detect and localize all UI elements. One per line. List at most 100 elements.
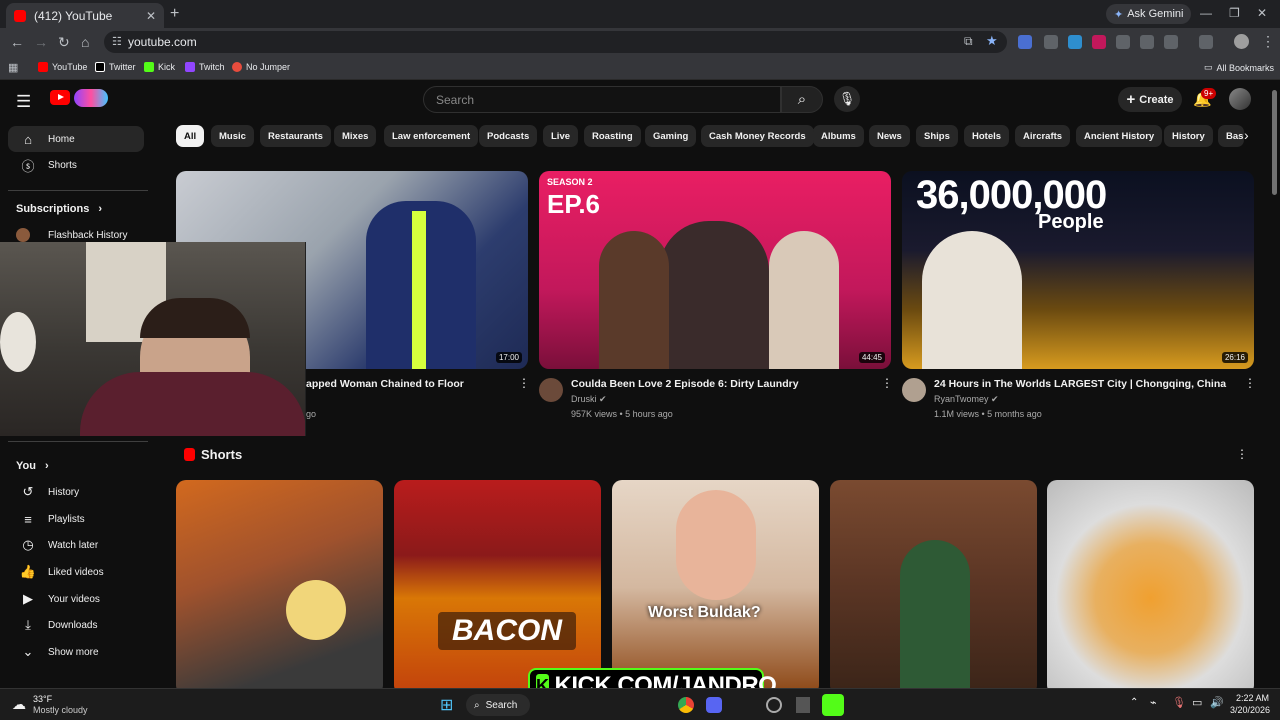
minimize-icon[interactable]: — <box>1200 6 1212 20</box>
new-tab-button[interactable]: + <box>170 5 179 23</box>
ask-gemini-button[interactable]: ✦ Ask Gemini <box>1106 4 1192 24</box>
subscriptions-header[interactable]: Subscriptions › <box>16 203 102 215</box>
search-input[interactable]: Search <box>423 86 781 113</box>
channel-name[interactable]: Druski ✔ <box>571 394 607 405</box>
video-title[interactable]: 24 Hours in The Worlds LARGEST City | Ch… <box>934 378 1226 390</box>
home-button-icon[interactable]: ⌂ <box>81 34 89 50</box>
side-panel-icon[interactable] <box>1199 35 1213 49</box>
volume-icon[interactable]: 🔊 <box>1210 696 1224 709</box>
bookmark-kick[interactable]: Kick <box>144 62 175 72</box>
weather-cloud-icon[interactable]: ☁ <box>12 696 26 713</box>
tray-chevron-icon[interactable]: ⌃ <box>1130 697 1138 708</box>
discord-taskbar-icon[interactable] <box>706 697 722 713</box>
video-thumbnail[interactable]: SEASON 2 EP.6 44:45 <box>539 171 891 369</box>
network-icon[interactable]: ⌁ <box>1150 696 1157 709</box>
account-avatar[interactable] <box>1229 88 1251 110</box>
chip-ancient-history[interactable]: Ancient History <box>1076 125 1163 147</box>
video-menu-icon[interactable]: ⋮ <box>518 376 530 390</box>
chip-live[interactable]: Live <box>543 125 579 147</box>
short-thumbnail[interactable] <box>830 480 1037 688</box>
shorts-menu-icon[interactable]: ⋮ <box>1236 447 1248 461</box>
chip-roasting[interactable]: Roasting <box>584 125 641 147</box>
sidebar-item-show-more[interactable]: ⌄ Show more <box>8 639 144 665</box>
chip-cash-money-records[interactable]: Cash Money Records <box>701 125 814 147</box>
chip-history[interactable]: History <box>1164 125 1213 147</box>
chip-bas[interactable]: Bas <box>1218 125 1244 147</box>
short-thumbnail[interactable]: Worst Buldak? <box>612 480 819 688</box>
close-window-icon[interactable]: ✕ <box>1257 6 1267 20</box>
sidebar-item-home[interactable]: ⌂ Home <box>8 126 144 152</box>
chip-ships[interactable]: Ships <box>916 125 958 147</box>
apps-grid-icon[interactable]: ▦ <box>8 61 18 74</box>
sidebar-item-shorts[interactable]: ⓢ Shorts <box>8 152 144 178</box>
microphone-tray-icon[interactable]: 🎙 <box>1172 696 1186 709</box>
browser-tab[interactable]: (412) YouTube ✕ <box>6 3 164 28</box>
app-taskbar-icon[interactable] <box>796 697 810 713</box>
chip-albums[interactable]: Albums <box>813 125 864 147</box>
channel-avatar[interactable] <box>539 378 563 402</box>
extension-icon[interactable] <box>1140 35 1154 49</box>
monitor-tray-icon[interactable]: ▭ <box>1192 696 1202 709</box>
profile-avatar[interactable] <box>1234 34 1249 49</box>
browser-menu-icon[interactable]: ⋮ <box>1261 33 1275 50</box>
hamburger-menu-icon[interactable]: ☰ <box>16 92 31 112</box>
bookmark-twitter[interactable]: Twitter <box>95 62 136 72</box>
youtube-logo[interactable] <box>50 90 70 105</box>
page-scrollbar[interactable] <box>1272 90 1277 195</box>
maximize-icon[interactable]: ❐ <box>1229 6 1240 20</box>
all-bookmarks[interactable]: ▭ All Bookmarks <box>1204 62 1274 73</box>
chip-all[interactable]: All <box>176 125 205 147</box>
back-icon[interactable]: ← <box>10 34 24 50</box>
short-thumbnail[interactable]: BACON <box>394 480 601 688</box>
taskbar-search[interactable]: ⌕ Search <box>466 694 530 716</box>
forward-icon[interactable]: → <box>34 34 48 50</box>
sidebar-item-downloads[interactable]: ⤓ Downloads <box>8 612 144 638</box>
chevron-right-icon[interactable]: › <box>1244 127 1249 143</box>
chip-law-enforcement[interactable]: Law enforcement <box>384 125 479 147</box>
kick-taskbar-icon[interactable] <box>822 694 844 716</box>
chip-music[interactable]: Music <box>211 125 254 147</box>
bookmark-star-icon[interactable]: ★ <box>986 33 998 49</box>
short-thumbnail[interactable] <box>1047 480 1254 688</box>
youtube-doodle[interactable] <box>74 89 108 107</box>
sidebar-item-history[interactable]: ↺ History <box>8 479 144 505</box>
reload-icon[interactable]: ↻ <box>58 34 70 51</box>
sidebar-item-liked-videos[interactable]: 👍 Liked videos <box>8 559 144 585</box>
chip-hotels[interactable]: Hotels <box>964 125 1010 147</box>
windows-start-icon[interactable]: ⊞ <box>440 695 453 715</box>
chip-news[interactable]: News <box>869 125 910 147</box>
short-thumbnail[interactable] <box>176 480 383 688</box>
extensions-puzzle-icon[interactable] <box>1164 35 1178 49</box>
video-thumbnail[interactable]: 36,000,000 People 26:16 <box>902 171 1254 369</box>
site-info-icon[interactable]: ☷ <box>112 35 122 48</box>
voice-search-button[interactable]: 🎙 <box>834 86 860 112</box>
extension-icon[interactable] <box>1018 35 1032 49</box>
sidebar-item-playlists[interactable]: ≡ Playlists <box>8 506 144 532</box>
sidebar-item-watch-later[interactable]: ◷ Watch later <box>8 532 144 558</box>
video-title[interactable]: apped Woman Chained to Floor <box>306 378 464 390</box>
sidebar-item-your-videos[interactable]: ▶ Your videos <box>8 586 144 612</box>
chip-restaurants[interactable]: Restaurants <box>260 125 331 147</box>
bookmark-no-jumper[interactable]: No Jumper <box>232 62 290 72</box>
bookmark-youtube[interactable]: YouTube <box>38 62 87 72</box>
weather-temp[interactable]: 33°F <box>33 694 52 704</box>
chip-mixes[interactable]: Mixes <box>334 125 377 147</box>
channel-name[interactable]: RyanTwomey ✔ <box>934 394 999 405</box>
clock-time[interactable]: 2:22 AM <box>1236 693 1269 703</box>
bookmark-twitch[interactable]: Twitch <box>185 62 225 72</box>
chip-aircrafts[interactable]: Aircrafts <box>1015 125 1071 147</box>
search-button[interactable]: ⌕ <box>781 86 823 113</box>
extension-icon[interactable] <box>1044 35 1058 49</box>
video-menu-icon[interactable]: ⋮ <box>881 376 893 390</box>
extension-icon[interactable] <box>1116 35 1130 49</box>
chrome-taskbar-icon[interactable] <box>678 697 694 713</box>
create-button[interactable]: + Create <box>1118 87 1182 112</box>
video-menu-icon[interactable]: ⋮ <box>1244 376 1256 390</box>
extension-icon[interactable] <box>1092 35 1106 49</box>
install-app-icon[interactable]: ⧉ <box>964 34 973 49</box>
obs-taskbar-icon[interactable] <box>766 697 782 713</box>
video-title[interactable]: Coulda Been Love 2 Episode 6: Dirty Laun… <box>571 378 799 390</box>
extension-icon[interactable] <box>1068 35 1082 49</box>
you-header[interactable]: You › <box>16 460 49 472</box>
channel-avatar[interactable] <box>902 378 926 402</box>
